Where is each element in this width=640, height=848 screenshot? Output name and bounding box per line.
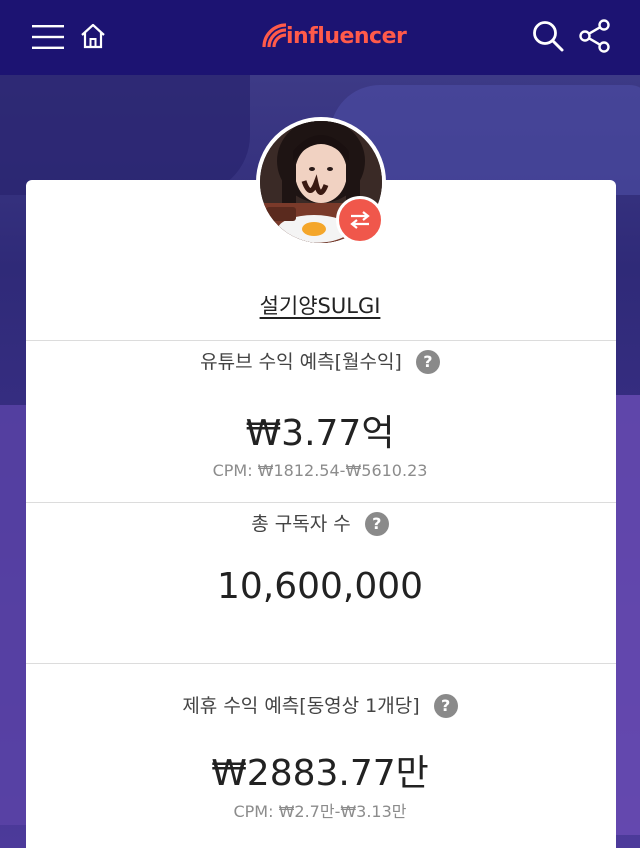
monthly-revenue-cpm: CPM: ₩1812.54-₩5610.23: [212, 461, 428, 480]
channel-name[interactable]: 설기양SULGI: [0, 290, 640, 320]
monthly-revenue-value: ₩3.77억: [245, 413, 395, 454]
sponsorship-revenue-cpm: CPM: ₩2.7만-₩3.13만: [233, 802, 407, 821]
help-icon[interactable]: ?: [415, 350, 440, 374]
subscriber-count-label: 총 구독자 수?: [0, 509, 640, 536]
subscriber-count-value: 10,600,000: [216, 566, 424, 607]
swap-button[interactable]: [336, 196, 384, 244]
divider: [26, 502, 616, 503]
divider: [26, 340, 616, 341]
sponsorship-revenue-label: 제휴 수익 예측[동영상 1개당]?: [0, 691, 640, 718]
menu-icon[interactable]: [32, 24, 64, 50]
logo-text: influencer: [286, 23, 407, 49]
top-header: influencer: [0, 0, 640, 75]
swap-arrows-icon: [350, 211, 370, 229]
background-shape: [0, 75, 250, 195]
divider: [26, 663, 616, 664]
sponsorship-revenue-value: ₩2883.77만: [211, 753, 429, 794]
search-icon[interactable]: [531, 19, 565, 53]
monthly-revenue-label: 유튜브 수익 예측[월수익]?: [0, 347, 640, 374]
share-icon[interactable]: [578, 18, 612, 54]
help-icon[interactable]: ?: [433, 694, 458, 718]
home-icon[interactable]: [79, 22, 107, 50]
influencer-logo[interactable]: influencer: [258, 18, 407, 54]
help-icon[interactable]: ?: [364, 512, 389, 536]
